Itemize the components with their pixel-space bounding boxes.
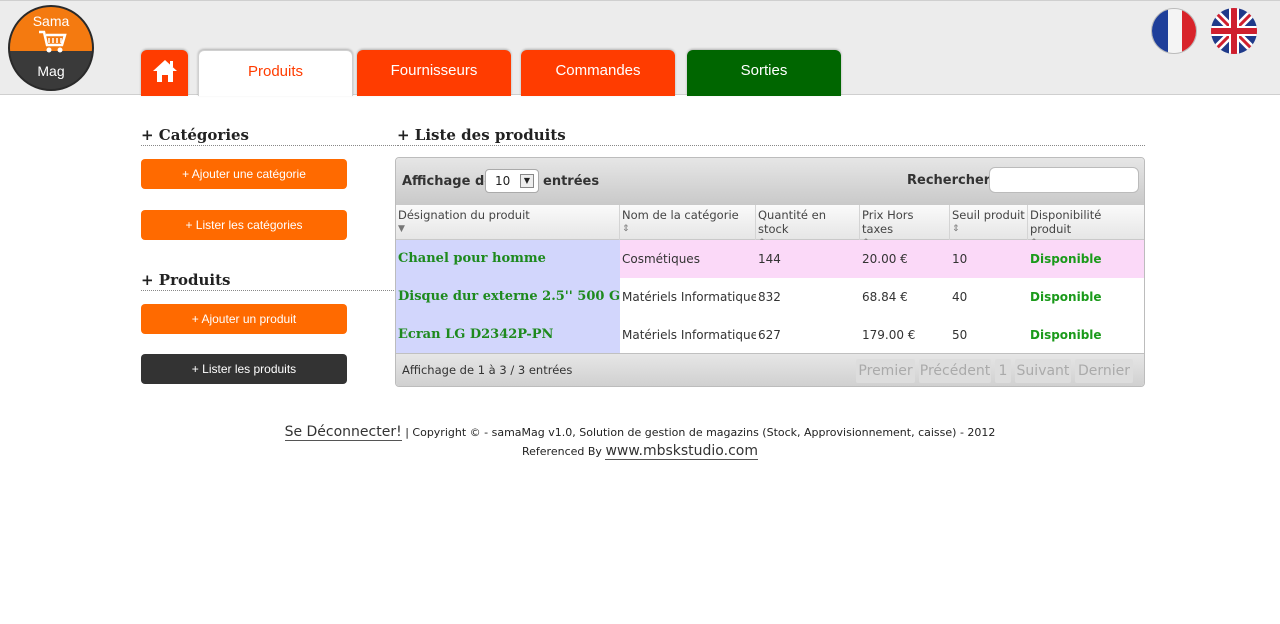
page: Sama Mag Produits Fournisseurs Commandes…	[0, 0, 1280, 624]
product-price: 20.00 €	[862, 252, 908, 266]
france-flag-icon[interactable]	[1151, 8, 1197, 54]
table-toolbar: Affichage de 10 ▼ entrées Rechercher:	[396, 158, 1144, 205]
table-row[interactable]: Chanel pour homme Cosmétiques 144 20.00 …	[396, 240, 1144, 278]
page-length-select[interactable]: 10 ▼	[485, 169, 539, 193]
pagination-last-button[interactable]: Dernier	[1075, 359, 1133, 383]
pagination-first-button[interactable]: Premier	[856, 359, 915, 383]
logo[interactable]: Sama Mag	[8, 5, 94, 91]
categories-title: + Catégories	[141, 126, 396, 146]
product-threshold: 10	[952, 252, 968, 266]
search-label: Rechercher:	[907, 173, 996, 188]
uk-flag-icon[interactable]	[1211, 8, 1257, 54]
table-row[interactable]: Disque dur externe 2.5'' 500 Go Matériel…	[396, 278, 1144, 316]
product-name[interactable]: Chanel pour homme	[396, 240, 620, 278]
reference-line: Referenced By www.mbskstudio.com	[0, 443, 1280, 460]
copyright-text: | Copyright © - samaMag v1.0, Solution d…	[401, 426, 996, 439]
product-table-panel: Affichage de 10 ▼ entrées Rechercher: Dé…	[395, 157, 1145, 387]
table-info: Affichage de 1 à 3 / 3 entrées	[402, 363, 573, 377]
add-product-button[interactable]: + Ajouter un produit	[141, 304, 347, 334]
sort-icon: ⇕	[622, 224, 630, 234]
tab-fournisseurs[interactable]: Fournisseurs	[357, 50, 511, 96]
sort-desc-icon: ▼	[398, 224, 405, 234]
product-availability: Disponible	[1030, 252, 1102, 266]
product-price: 68.84 €	[862, 290, 908, 304]
column-header-threshold[interactable]: Seuil produit ⇕	[950, 205, 1028, 240]
product-category: Matériels Informatiques	[622, 290, 756, 304]
column-header-designation[interactable]: Désignation du produit ▼	[396, 205, 620, 240]
product-category: Cosmétiques	[622, 252, 700, 266]
product-availability: Disponible	[1030, 290, 1102, 304]
column-header-label: Prix Hors taxes	[862, 208, 914, 236]
column-header-label: Seuil produit	[952, 208, 1025, 222]
tab-produits[interactable]: Produits	[198, 50, 353, 96]
tab-commandes[interactable]: Commandes	[521, 50, 675, 96]
product-name[interactable]: Disque dur externe 2.5'' 500 Go	[396, 278, 620, 316]
product-quantity: 144	[758, 252, 781, 266]
product-category: Matériels Informatiques	[622, 328, 756, 342]
column-header-availability[interactable]: Disponibilité produit⇕	[1028, 205, 1144, 248]
chevron-down-icon[interactable]: ▼	[520, 174, 534, 188]
product-threshold: 40	[952, 290, 968, 304]
table-row[interactable]: Ecran LG D2342P-PN Matériels Informatiqu…	[396, 316, 1144, 354]
sort-icon: ⇕	[952, 224, 960, 234]
product-availability: Disponible	[1030, 328, 1102, 342]
entries-label: entrées	[543, 174, 600, 189]
column-header-label: Désignation du produit	[398, 208, 530, 222]
pagination-next-button[interactable]: Suivant	[1015, 359, 1071, 383]
column-header-label: Nom de la catégorie	[622, 208, 739, 222]
product-threshold: 50	[952, 328, 968, 342]
column-header-price[interactable]: Prix Hors taxes⇕	[860, 205, 950, 248]
reference-prefix: Referenced By	[522, 445, 606, 458]
product-price: 179.00 €	[862, 328, 916, 342]
logo-text-top: Sama	[32, 13, 70, 29]
copyright-line: Se Déconnecter! | Copyright © - samaMag …	[0, 424, 1280, 441]
table-footer: Affichage de 1 à 3 / 3 entrées Premier P…	[396, 353, 1144, 386]
home-icon	[152, 60, 177, 82]
search-input[interactable]	[989, 167, 1139, 193]
add-category-button[interactable]: + Ajouter une catégorie	[141, 159, 347, 189]
product-quantity: 627	[758, 328, 781, 342]
product-list-title: + Liste des produits	[397, 126, 1145, 146]
list-categories-button[interactable]: + Lister les catégories	[141, 210, 347, 240]
tab-sorties[interactable]: Sorties	[687, 50, 841, 96]
products-title: + Produits	[141, 271, 396, 291]
pagination-page-button[interactable]: 1	[995, 359, 1011, 383]
product-name[interactable]: Ecran LG D2342P-PN	[396, 316, 620, 354]
logout-link[interactable]: Se Déconnecter!	[284, 424, 402, 441]
column-header-category[interactable]: Nom de la catégorie ⇕	[620, 205, 756, 240]
column-header-quantity[interactable]: Quantité en stock⇕	[756, 205, 860, 248]
list-products-button[interactable]: + Lister les produits	[141, 354, 347, 384]
reference-link[interactable]: www.mbskstudio.com	[605, 443, 758, 460]
column-header-label: Disponibilité produit	[1030, 208, 1102, 236]
header: Sama Mag Produits Fournisseurs Commandes…	[0, 0, 1280, 96]
table-header: Désignation du produit ▼ Nom de la catégo…	[396, 205, 1144, 248]
tab-home[interactable]	[141, 50, 188, 96]
pagination-previous-button[interactable]: Précédent	[919, 359, 991, 383]
logo-text-bottom: Mag	[37, 63, 65, 79]
page-length-value: 10	[495, 174, 511, 188]
product-quantity: 832	[758, 290, 781, 304]
page-length-label: Affichage de	[402, 174, 494, 189]
cart-icon	[39, 30, 67, 53]
column-header-label: Quantité en stock	[758, 208, 826, 236]
